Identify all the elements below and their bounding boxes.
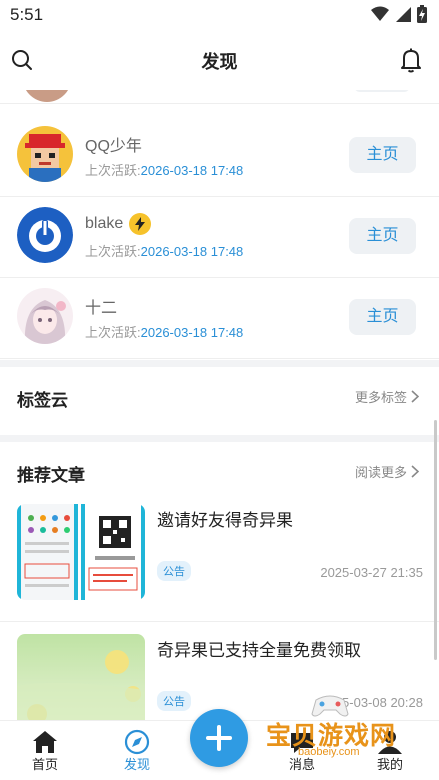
user-name: QQ少年 [85, 132, 142, 156]
last-active-label: 上次活跃: [85, 244, 141, 259]
pixel-boy-avatar [17, 126, 73, 182]
home-button[interactable]: 主页 [349, 299, 416, 335]
lightning-icon [129, 213, 152, 235]
watermark-sub: baobeiy.com [298, 746, 360, 758]
watermark: 宝贝游戏网 baobeiy.com [258, 690, 398, 760]
user-name: 十二 [85, 294, 117, 318]
article-thumbnail[interactable] [17, 504, 145, 600]
home-button-partial[interactable] [354, 90, 410, 92]
article-item[interactable]: 邀请好友得奇异果 公告 2025-03-27 21:35 [0, 492, 439, 622]
read-more-link[interactable]: 阅读更多 [355, 462, 419, 481]
last-active-label: 上次活跃: [85, 325, 141, 340]
add-post-button[interactable] [190, 709, 248, 767]
status-bar: 5:51 [0, 0, 439, 30]
last-active-time: 2026-03-18 17:48 [140, 325, 244, 340]
user-name: blake [85, 213, 152, 235]
promo-thumbnail [17, 634, 145, 720]
tab-discover[interactable]: 发现 [107, 721, 167, 780]
chevron-right-icon [411, 390, 419, 403]
tag-cloud-section: 标签云 更多标签 [0, 367, 439, 427]
avatar[interactable] [17, 126, 73, 182]
tab-home[interactable]: 首页 [15, 721, 75, 780]
tab-label: 发现 [123, 757, 150, 772]
user-name-text: 十二 [85, 300, 118, 317]
page-title: 发现 [201, 52, 238, 72]
user-row[interactable]: 十二 上次活跃:2026-03-18 17:48 主页 [0, 278, 439, 359]
article-tag: 公告 [157, 691, 191, 711]
article-title[interactable]: 奇异果已支持全量免费领取 [157, 636, 361, 661]
user-name-text: blake [85, 215, 124, 232]
avatar[interactable] [22, 90, 72, 102]
last-active-time: 2026-03-18 17:48 [140, 163, 244, 178]
last-active: 上次活跃:2026-03-18 17:48 [85, 241, 243, 260]
scroll-area[interactable]: QQ少年 上次活跃:2026-03-18 17:48 主页 blake 上次活跃… [0, 90, 439, 720]
home-button[interactable]: 主页 [349, 218, 416, 254]
article-tag: 公告 [157, 561, 191, 581]
section-title: 推荐文章 [17, 466, 85, 485]
blue-power-avatar [17, 207, 73, 263]
screenshot-thumbnail [17, 504, 145, 600]
user-row[interactable]: blake 上次活跃:2026-03-18 17:48 主页 [0, 197, 439, 278]
user-row-partial [0, 90, 439, 104]
avatar[interactable] [17, 207, 73, 263]
user-row[interactable]: QQ少年 上次活跃:2026-03-18 17:48 主页 [0, 116, 439, 197]
section-divider [0, 435, 439, 442]
scrollbar[interactable] [434, 420, 437, 660]
bell-icon[interactable] [399, 47, 423, 73]
more-tags-label: 更多标签 [354, 390, 407, 405]
section-title: 标签云 [17, 391, 68, 410]
signal-icon [396, 7, 411, 22]
read-more-label: 阅读更多 [354, 465, 407, 480]
status-icons [371, 5, 427, 23]
article-date: 2025-03-27 21:35 [320, 565, 423, 580]
more-tags-link[interactable]: 更多标签 [355, 387, 419, 406]
article-thumbnail[interactable] [17, 634, 145, 720]
status-time: 5:51 [10, 5, 44, 24]
article-title[interactable]: 邀请好友得奇异果 [157, 506, 293, 531]
avatar[interactable] [17, 288, 73, 344]
tab-label: 首页 [31, 757, 58, 772]
app-header: 发现 [0, 30, 439, 90]
last-active: 上次活跃:2026-03-18 17:48 [85, 322, 243, 341]
home-icon [33, 731, 57, 753]
battery-icon [417, 5, 427, 23]
last-active-time: 2026-03-18 17:48 [140, 244, 244, 259]
section-divider [0, 360, 439, 367]
last-active-label: 上次活跃: [85, 163, 141, 178]
user-name-text: QQ少年 [85, 138, 142, 155]
anime-girl-avatar [17, 288, 73, 344]
chevron-right-icon [411, 465, 419, 478]
wifi-icon [371, 6, 389, 21]
plus-icon [206, 725, 232, 751]
compass-icon [124, 729, 150, 755]
last-active: 上次活跃:2026-03-18 17:48 [85, 160, 243, 179]
home-button[interactable]: 主页 [349, 137, 416, 173]
